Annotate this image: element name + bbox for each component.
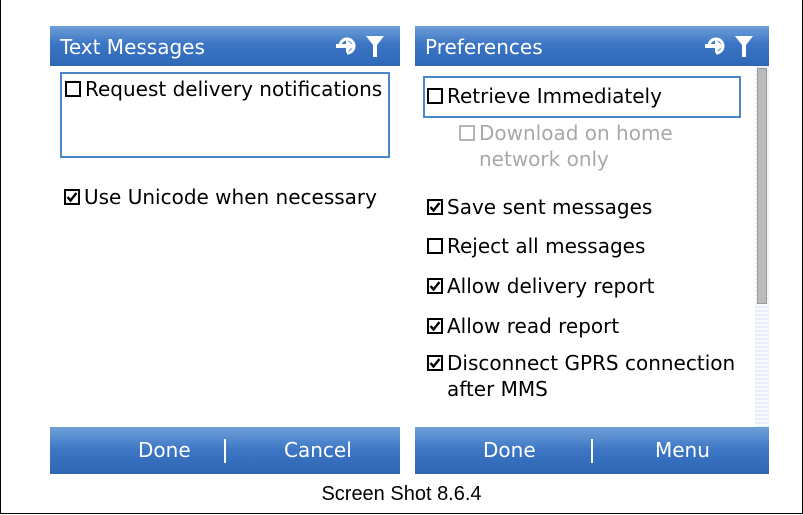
option-label: Retrieve Immediately — [447, 84, 662, 108]
option-label: Allow delivery report — [447, 274, 655, 298]
checkbox-checked[interactable] — [427, 355, 443, 371]
screen-title: Preferences — [425, 35, 543, 59]
signal-antenna-icon — [366, 36, 384, 57]
text-messages-screen: Text Messages Request delivery notificat… — [50, 26, 400, 474]
figure-caption: Screen Shot 8.6.4 — [321, 483, 482, 505]
checkmark-icon — [429, 321, 441, 332]
status-icons — [705, 36, 753, 57]
title-bar: Preferences — [415, 26, 769, 66]
softkey-bar: Done Menu — [415, 427, 769, 474]
done-softkey[interactable]: Done — [483, 438, 536, 462]
option-label: Request delivery notifications — [85, 77, 383, 101]
option-label-line1: Download on home — [479, 121, 673, 145]
status-icons — [336, 36, 384, 57]
checkbox-checked[interactable] — [427, 278, 443, 294]
screen-content: Retrieve Immediately Download on home ne… — [415, 66, 755, 427]
screen-content: Request delivery notifications Use Unico… — [50, 66, 400, 427]
checkbox-unchecked[interactable] — [427, 88, 443, 104]
checkbox-checked[interactable] — [427, 318, 443, 334]
done-softkey[interactable]: Done — [138, 438, 191, 462]
softkey-separator — [591, 439, 593, 463]
option-label-line1: Disconnect GPRS connection — [447, 351, 736, 375]
option-label: Save sent messages — [447, 195, 653, 219]
scrollbar-thumb[interactable] — [757, 68, 767, 304]
cancel-softkey[interactable]: Cancel — [284, 438, 352, 462]
checkbox-checked[interactable] — [64, 189, 80, 205]
connectivity-icon — [705, 37, 725, 55]
option-disconnect-gprs[interactable]: Disconnect GPRS connection after MMS — [427, 350, 735, 402]
softkey-bar: Done Cancel — [50, 427, 400, 474]
option-allow-read-report[interactable]: Allow read report — [427, 313, 619, 339]
signal-antenna-icon — [735, 36, 753, 57]
option-reject-all-messages[interactable]: Reject all messages — [427, 233, 645, 259]
checkbox-checked[interactable] — [427, 199, 443, 215]
option-label-line2: network only — [479, 147, 609, 171]
checkbox-unchecked[interactable] — [65, 81, 81, 97]
option-allow-delivery-report[interactable]: Allow delivery report — [427, 273, 655, 299]
screen-title: Text Messages — [60, 35, 205, 59]
option-label: Reject all messages — [447, 234, 646, 258]
softkey-separator — [224, 439, 226, 463]
checkbox-unchecked[interactable] — [427, 238, 443, 254]
option-use-unicode[interactable]: Use Unicode when necessary — [64, 184, 377, 210]
option-request-delivery-notifications[interactable]: Request delivery notifications — [65, 76, 382, 102]
menu-softkey[interactable]: Menu — [655, 438, 710, 462]
option-download-home-network: Download on home network only — [459, 120, 673, 172]
checkmark-icon — [429, 202, 441, 213]
connectivity-icon — [336, 37, 356, 55]
checkmark-icon — [66, 192, 78, 203]
option-label: Allow read report — [447, 314, 620, 338]
option-label-line2: after MMS — [447, 377, 548, 401]
title-bar: Text Messages — [50, 26, 400, 66]
preferences-screen: Preferences Retrieve Immediately Downloa… — [415, 26, 769, 474]
option-retrieve-immediately[interactable]: Retrieve Immediately — [427, 83, 662, 109]
checkmark-icon — [429, 281, 441, 292]
option-label: Use Unicode when necessary — [84, 185, 377, 209]
option-save-sent-messages[interactable]: Save sent messages — [427, 194, 652, 220]
checkbox-disabled — [459, 125, 475, 141]
checkmark-icon — [429, 358, 441, 369]
